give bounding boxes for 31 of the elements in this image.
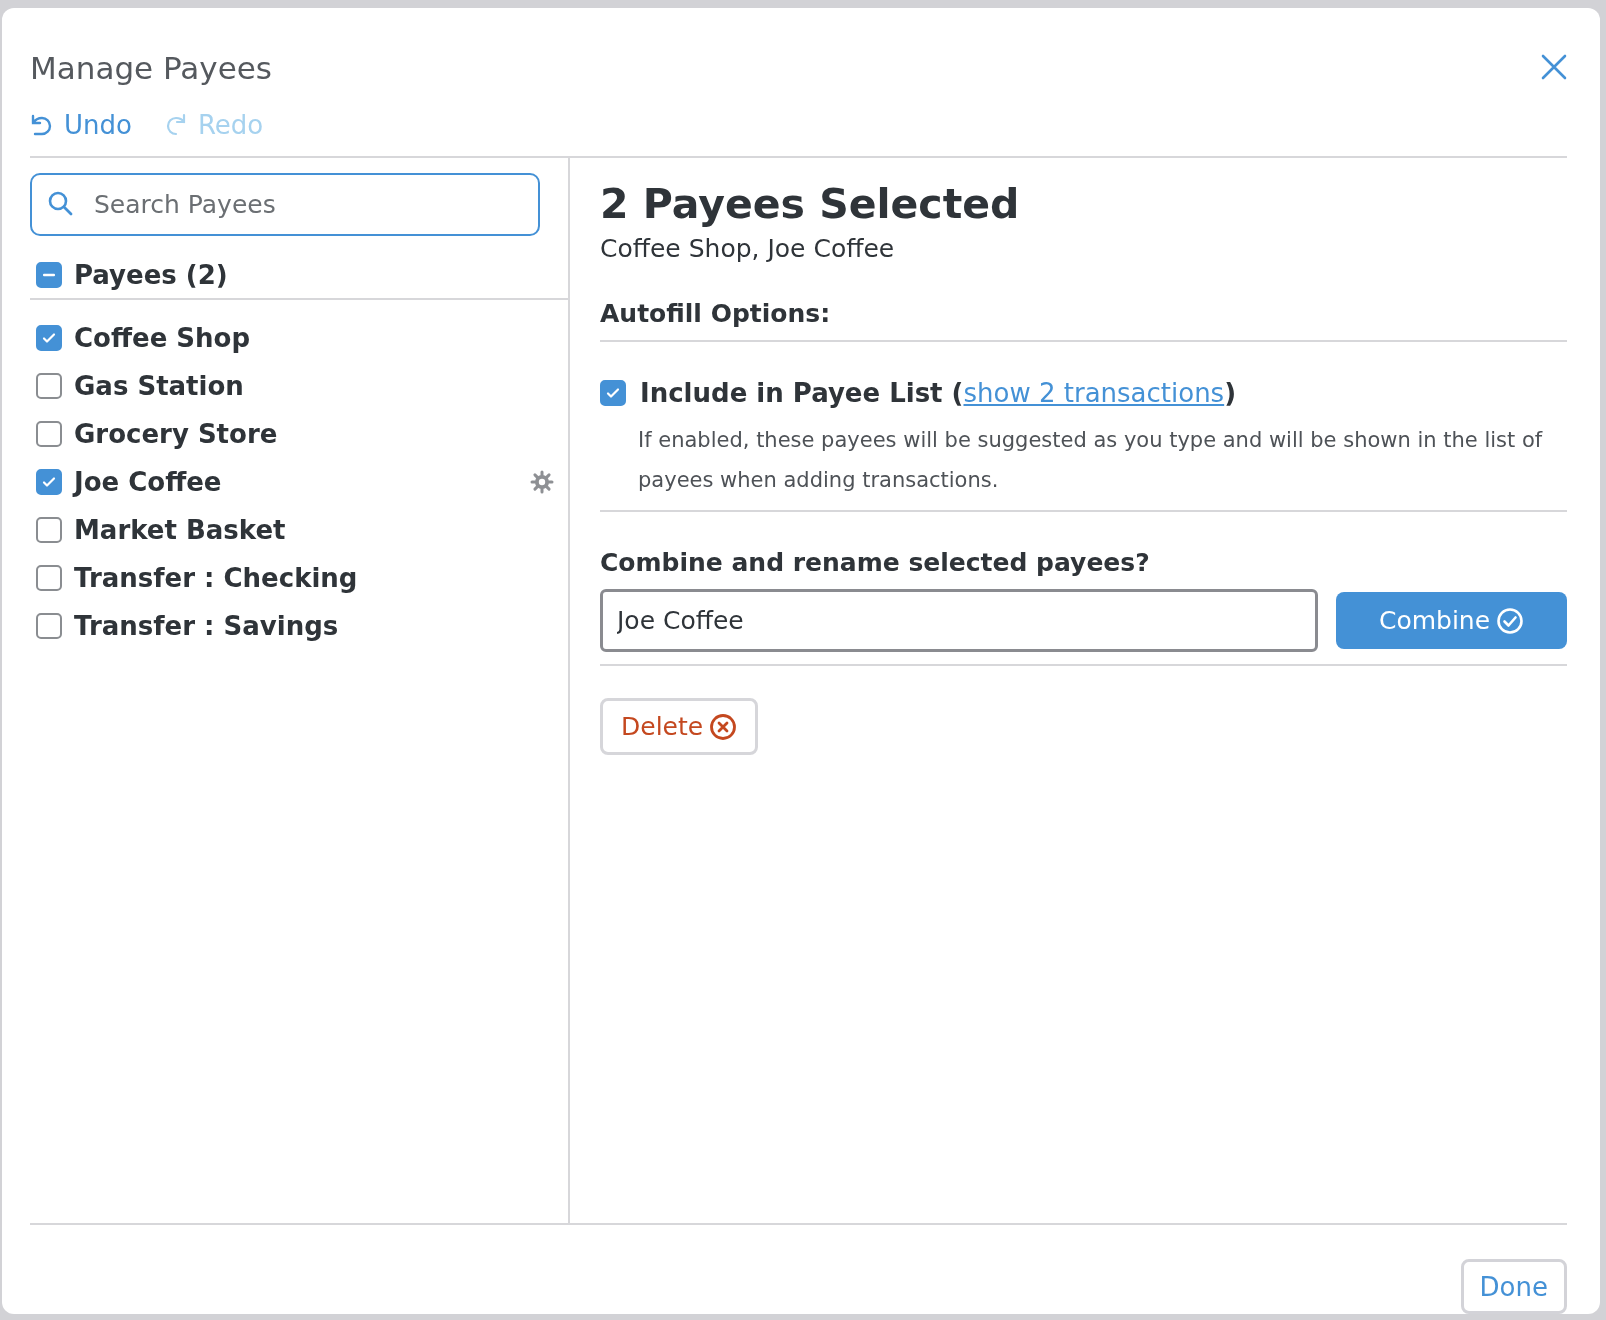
- section-heading: Combine and rename selected payees?: [600, 548, 1151, 577]
- payee-name[interactable]: Joe Coffee: [74, 467, 222, 497]
- payee-name[interactable]: Transfer : Savings: [74, 611, 339, 641]
- select-all-checkbox[interactable]: [36, 262, 62, 288]
- check-circle-icon: [1496, 606, 1525, 635]
- include-label: Include in Payee List (show 2 transactions): [640, 378, 1237, 408]
- undo-icon: [30, 113, 54, 137]
- payee-checkbox[interactable]: [36, 565, 62, 591]
- payee-name[interactable]: Market Basket: [74, 515, 286, 545]
- include-description: If enabled, these payees will be suggested as you type and will be shown in the list of payees when adding transactions.: [638, 427, 1544, 494]
- group-label: Payees (2): [74, 260, 228, 290]
- payee-checkbox[interactable]: [36, 517, 62, 543]
- delete-button[interactable]: Delete: [600, 698, 759, 755]
- payee-checkbox[interactable]: [36, 469, 62, 495]
- payee-name[interactable]: Grocery Store: [74, 419, 278, 449]
- settings-icon[interactable]: [530, 470, 554, 494]
- payee-name[interactable]: Gas Station: [74, 371, 244, 401]
- search-field[interactable]: Search Payees: [30, 173, 540, 236]
- payee-checkbox[interactable]: [36, 613, 62, 639]
- payee-name[interactable]: Transfer : Checking: [74, 563, 358, 593]
- payee-name[interactable]: Coffee Shop: [74, 323, 251, 353]
- include-checkbox[interactable]: [600, 380, 626, 406]
- payee-checkbox[interactable]: [36, 421, 62, 447]
- section-heading: Autofill Options:: [600, 299, 1567, 342]
- minus-icon: [43, 273, 55, 277]
- x-circle-icon: [709, 712, 738, 741]
- payee-checkbox[interactable]: [36, 373, 62, 399]
- selection-names: Coffee Shop, Joe Coffee: [600, 234, 896, 263]
- dialog-title: Manage Payees: [30, 50, 272, 86]
- selection-title: 2 Payees Selected: [600, 180, 1021, 228]
- payee-checkbox[interactable]: [36, 325, 62, 351]
